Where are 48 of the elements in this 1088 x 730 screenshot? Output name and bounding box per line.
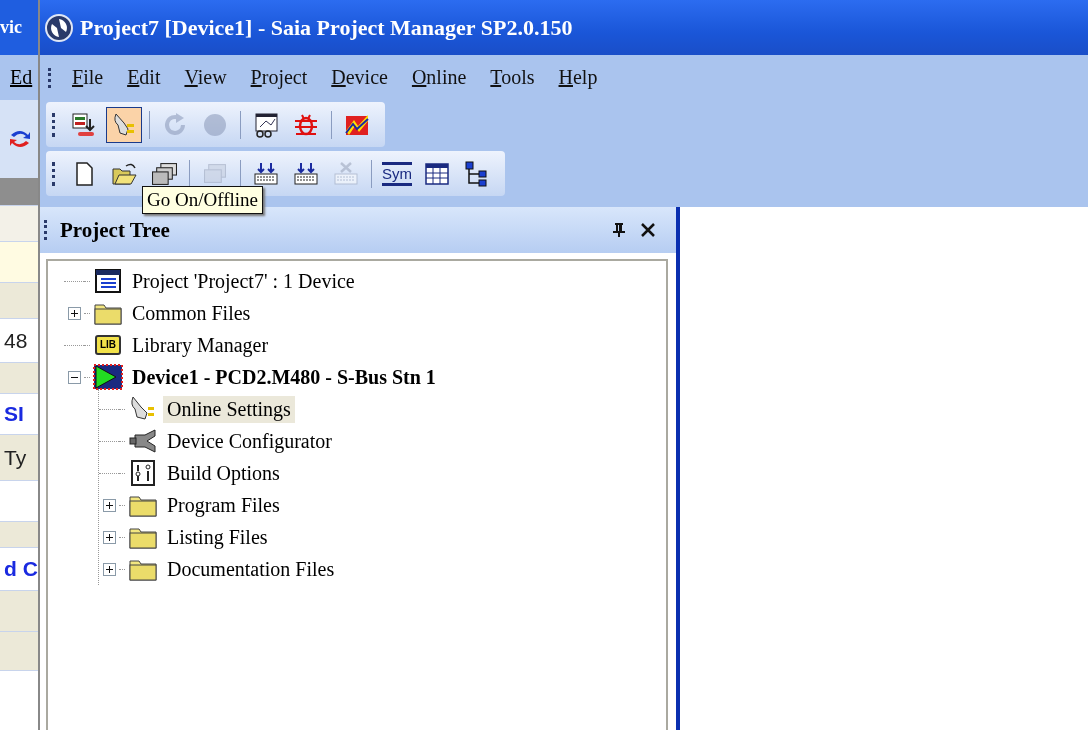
toolbar-button[interactable]: Sym bbox=[379, 155, 415, 192]
label-fragment: d C bbox=[3, 557, 38, 581]
window-title: Project7 [Device1] - Saia Project Manager SP2.0.150 bbox=[80, 14, 573, 41]
tree-item[interactable]: Common Files bbox=[128, 299, 255, 327]
expand-toggle[interactable] bbox=[102, 530, 116, 544]
menu-item[interactable]: Tools bbox=[482, 66, 551, 89]
tree-item[interactable]: Project 'Project7' : 1 Device bbox=[128, 267, 359, 295]
document-icon bbox=[93, 267, 123, 295]
connector-icon bbox=[127, 427, 159, 455]
table-row bbox=[0, 242, 38, 283]
expand-toggle[interactable] bbox=[67, 306, 81, 320]
device-icon bbox=[92, 363, 124, 391]
close-icon[interactable] bbox=[640, 222, 656, 238]
stack-icon bbox=[151, 162, 177, 185]
menu-item[interactable]: Edit bbox=[119, 66, 177, 89]
watch-icon bbox=[252, 110, 280, 139]
expand-toggle[interactable] bbox=[67, 370, 81, 384]
library-icon: LIB bbox=[94, 335, 122, 355]
window-title: vic bbox=[0, 17, 22, 38]
menu-item[interactable]: Online bbox=[403, 66, 483, 89]
table-row bbox=[0, 632, 38, 671]
tree-item[interactable]: Library Manager bbox=[128, 331, 273, 359]
app-logo-icon bbox=[44, 12, 74, 43]
menu-item[interactable]: Device bbox=[323, 66, 404, 89]
tree-item[interactable]: Program Files bbox=[163, 491, 284, 519]
table-row bbox=[0, 206, 38, 242]
tree-item[interactable]: Online Settings bbox=[163, 395, 295, 423]
remove-icon bbox=[332, 159, 360, 188]
label-fragment: SI bbox=[3, 402, 24, 426]
toolbar-button[interactable] bbox=[106, 106, 142, 143]
tree-item[interactable]: Listing Files bbox=[163, 523, 272, 551]
menu-item[interactable]: Project bbox=[242, 66, 324, 89]
expand-toggle[interactable] bbox=[102, 562, 116, 576]
tree-item[interactable]: Build Options bbox=[163, 459, 284, 487]
expand-toggle[interactable] bbox=[102, 498, 116, 512]
pin-icon[interactable] bbox=[612, 222, 626, 238]
download-icon bbox=[70, 110, 98, 139]
panel-title: Project Tree bbox=[60, 217, 171, 243]
tree-item[interactable]: Device Configurator bbox=[163, 427, 336, 455]
label-fragment: Ty bbox=[3, 445, 27, 470]
tree-item[interactable]: Device1 - PCD2.M480 - S-Bus Stn 1 bbox=[128, 363, 440, 391]
tooltip: Go On/Offline bbox=[142, 186, 263, 214]
label-fragment: 48 bbox=[3, 328, 28, 353]
menu-item[interactable]: Help bbox=[550, 66, 614, 89]
settings-icon bbox=[129, 459, 157, 487]
menu-item[interactable]: View bbox=[176, 66, 243, 89]
menu-item[interactable]: File bbox=[64, 66, 120, 89]
tree-item[interactable]: Documentation Files bbox=[163, 555, 339, 583]
